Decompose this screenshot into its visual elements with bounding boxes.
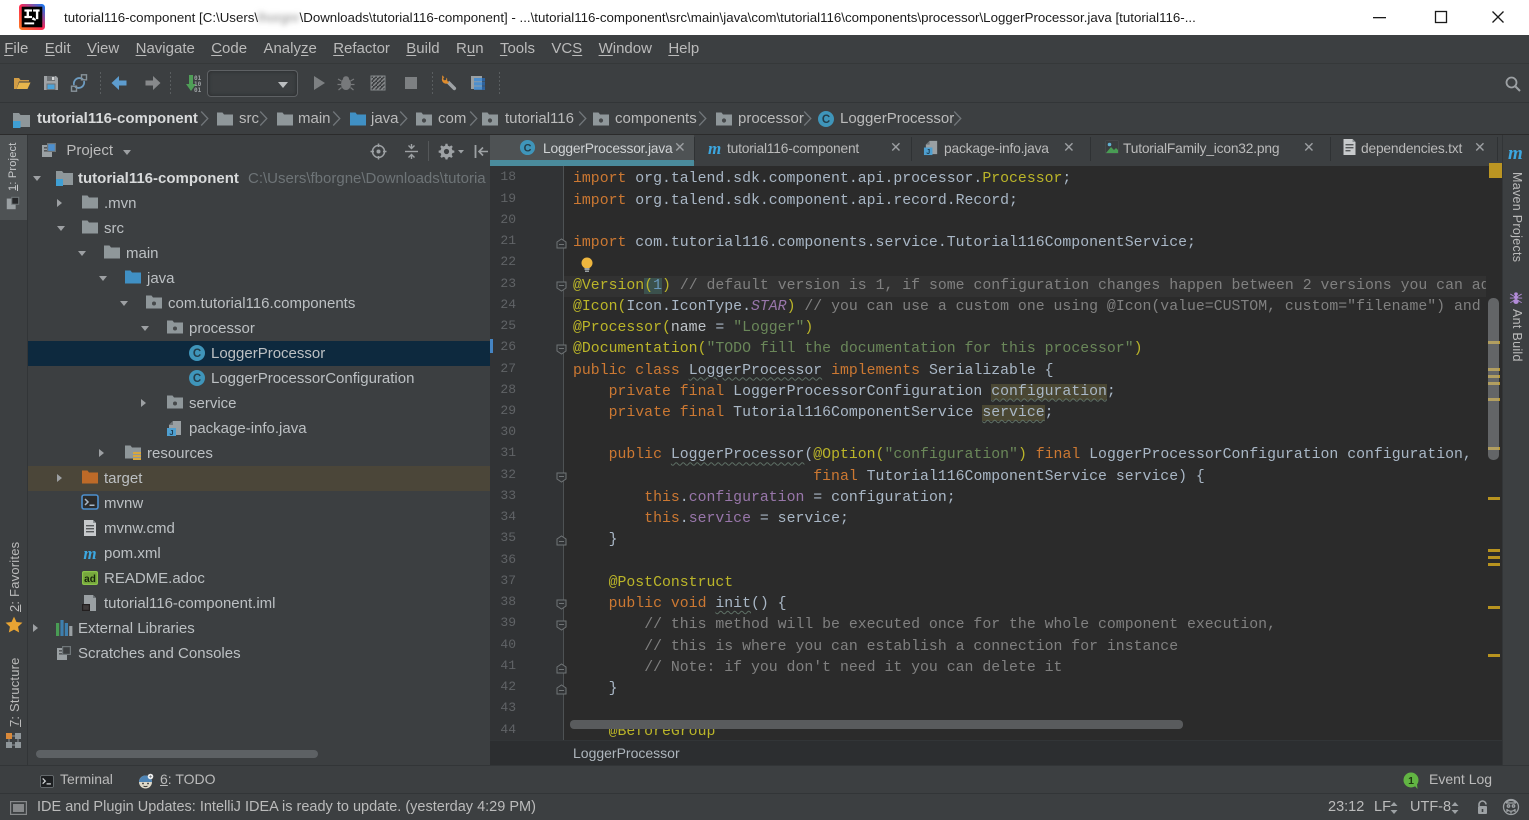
svg-text:01: 01 — [194, 87, 202, 92]
svg-text:ad: ad — [84, 574, 96, 585]
svg-text:C: C — [193, 348, 201, 360]
svg-text:J: J — [169, 428, 173, 437]
svg-text:C: C — [822, 114, 830, 126]
svg-text:C: C — [524, 142, 532, 154]
svg-text:m: m — [83, 544, 96, 562]
svg-text:C: C — [193, 373, 201, 385]
svg-text:J: J — [926, 148, 930, 156]
svg-text:1: 1 — [1408, 775, 1414, 787]
